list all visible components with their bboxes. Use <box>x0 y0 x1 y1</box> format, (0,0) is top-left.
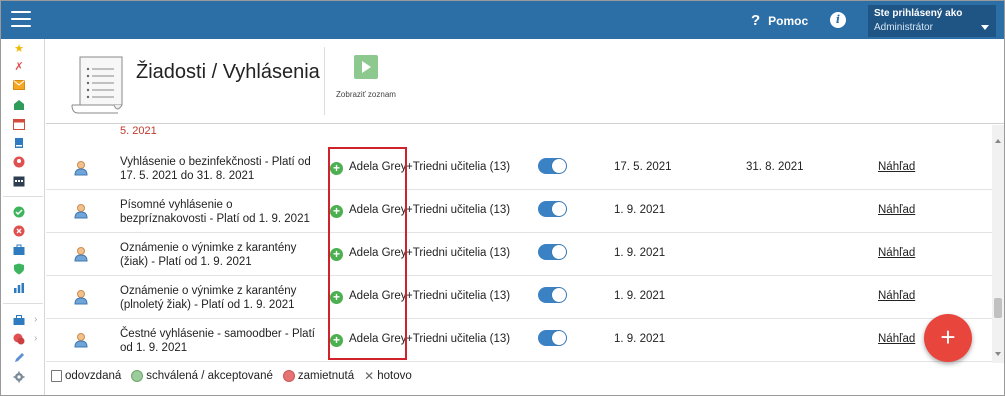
legend-approved: schválená / akceptované <box>131 370 273 382</box>
cancel-circle-icon <box>282 370 295 382</box>
active-toggle[interactable] <box>538 287 567 303</box>
scroll-thumb[interactable] <box>994 298 1002 318</box>
mail-icon[interactable] <box>13 80 25 92</box>
table-row: Oznámenie o výnimke z karantény (plnolet… <box>46 276 992 319</box>
check-circle-icon <box>131 370 144 382</box>
play-icon <box>354 55 378 79</box>
table-row: Oznámenie o výnimke z karantény (žiak) -… <box>46 233 992 276</box>
sidebar: ★ ✗ › › <box>1 39 45 395</box>
preview-link[interactable]: Náhľad <box>878 161 915 173</box>
page-header: Žiadosti / Vyhlásenia Zobraziť zoznam <box>46 39 1004 124</box>
legend-approved-label: schválená / akceptované <box>146 370 273 382</box>
bar-chart-icon[interactable] <box>13 282 25 294</box>
calendar-icon[interactable] <box>13 118 25 130</box>
table-row: Písomné vyhlásenie o bezpríznakovosti - … <box>46 190 992 233</box>
legend-done: ✕ hotovo <box>364 369 412 383</box>
user-group[interactable]: +Triedni učitelia (13) <box>406 333 510 345</box>
top-bar: ? Pomoc i Ste prihlásený ako Administrát… <box>1 1 1004 39</box>
document-icon <box>70 55 128 115</box>
help-label: Pomoc <box>768 13 809 28</box>
gear-icon[interactable] <box>13 371 25 383</box>
vertical-scrollbar[interactable] <box>992 125 1004 363</box>
document-name: Čestné vyhlásenie - samoodber - Platí od… <box>120 328 315 354</box>
briefcase-icon[interactable] <box>13 244 25 256</box>
document-name: Písomné vyhlásenie o bezpríznakovosti - … <box>120 199 310 225</box>
scroll-up-icon[interactable] <box>995 139 1001 143</box>
active-toggle[interactable] <box>538 330 567 346</box>
highlight-box <box>328 147 407 360</box>
legend-done-label: hotovo <box>377 370 412 382</box>
legend-rejected-label: zamietnutá <box>297 370 355 382</box>
user-group[interactable]: +Triedni učitelia (13) <box>406 204 510 216</box>
toolbox-icon[interactable] <box>13 314 25 326</box>
show-list-button[interactable]: Zobraziť zoznam <box>336 55 396 99</box>
date-to: 31. 8. 2021 <box>746 161 804 173</box>
preview-link[interactable]: Náhľad <box>878 333 915 345</box>
page-title: Žiadosti / Vyhlásenia <box>136 61 320 83</box>
document-name: Oznámenie o výnimke z karantény (žiak) -… <box>120 242 297 268</box>
table-row: Vyhlásenie o bezinfekčnosti - Platí od 1… <box>46 147 992 190</box>
active-toggle[interactable] <box>538 244 567 260</box>
document-name: Oznámenie o výnimke z karantény (plnolet… <box>120 285 297 311</box>
requests-table: 5. 2021 Vyhlásenie o bezinfekčnosti - Pl… <box>46 125 992 363</box>
scroll-down-icon[interactable] <box>995 352 1001 356</box>
info-icon[interactable]: i <box>830 12 846 28</box>
person-icon <box>74 332 88 348</box>
school-icon[interactable] <box>13 99 25 111</box>
table-row: Čestné vyhlásenie - samoodber - Platí od… <box>46 319 992 362</box>
user-group[interactable]: +Triedni učitelia (13) <box>406 290 510 302</box>
tools-icon: ✕ <box>364 369 375 383</box>
legend-sent: odovzdaná <box>51 370 121 382</box>
date-from: 17. 5. 2021 <box>614 161 672 173</box>
user-group[interactable]: +Triedni učitelia (13) <box>406 247 510 259</box>
person-icon <box>74 289 88 305</box>
check-circle-icon[interactable] <box>13 206 25 218</box>
user-dropdown[interactable]: Ste prihlásený ako Administrátor <box>868 5 996 37</box>
header-divider <box>324 47 325 115</box>
person-icon <box>74 160 88 176</box>
menu-hamburger-icon[interactable] <box>11 11 31 27</box>
user-group[interactable]: +Triedni učitelia (13) <box>406 161 510 173</box>
user-label: Ste prihlásený ako <box>874 8 963 19</box>
date-from: 1. 9. 2021 <box>614 204 666 216</box>
person-icon <box>74 246 88 262</box>
user-role: Administrátor <box>874 22 933 33</box>
date-from: 1. 9. 2021 <box>614 247 666 259</box>
partial-row-text: 5. 2021 <box>120 125 157 137</box>
preview-link[interactable]: Náhľad <box>878 247 915 259</box>
person-icon <box>74 203 88 219</box>
preview-link[interactable]: Náhľad <box>878 204 915 216</box>
show-list-label: Zobraziť zoznam <box>336 90 396 99</box>
schedule-icon[interactable] <box>13 175 25 187</box>
sidebar-divider <box>3 303 43 304</box>
tools-icon[interactable]: ✗ <box>13 61 25 73</box>
chevron-right-icon[interactable]: › <box>34 333 37 344</box>
cancel-circle-icon[interactable] <box>13 225 25 237</box>
add-button[interactable]: + <box>924 314 972 362</box>
date-from: 1. 9. 2021 <box>614 333 666 345</box>
document-icon <box>51 370 62 382</box>
user-circle-icon[interactable] <box>13 156 25 168</box>
shield-icon[interactable] <box>13 263 25 275</box>
document-name: Vyhlásenie o bezinfekčnosti - Platí od 1… <box>120 156 311 182</box>
date-from: 1. 9. 2021 <box>614 290 666 302</box>
book-icon[interactable] <box>13 137 25 149</box>
help-icon: ? <box>751 12 761 29</box>
pencil-icon[interactable] <box>13 352 25 364</box>
help-button[interactable]: ? Pomoc <box>751 12 808 29</box>
chevron-right-icon[interactable]: › <box>34 314 37 325</box>
active-toggle[interactable] <box>538 158 567 174</box>
preview-link[interactable]: Náhľad <box>878 290 915 302</box>
sidebar-divider <box>3 196 43 197</box>
chevron-down-icon <box>981 25 989 30</box>
legend-sent-label: odovzdaná <box>65 370 122 382</box>
legend-rejected: zamietnutá <box>282 370 355 382</box>
chat-icon[interactable] <box>13 333 25 345</box>
status-legend: odovzdaná schválená / akceptované zamiet… <box>51 365 416 387</box>
star-icon[interactable]: ★ <box>13 43 25 55</box>
active-toggle[interactable] <box>538 201 567 217</box>
